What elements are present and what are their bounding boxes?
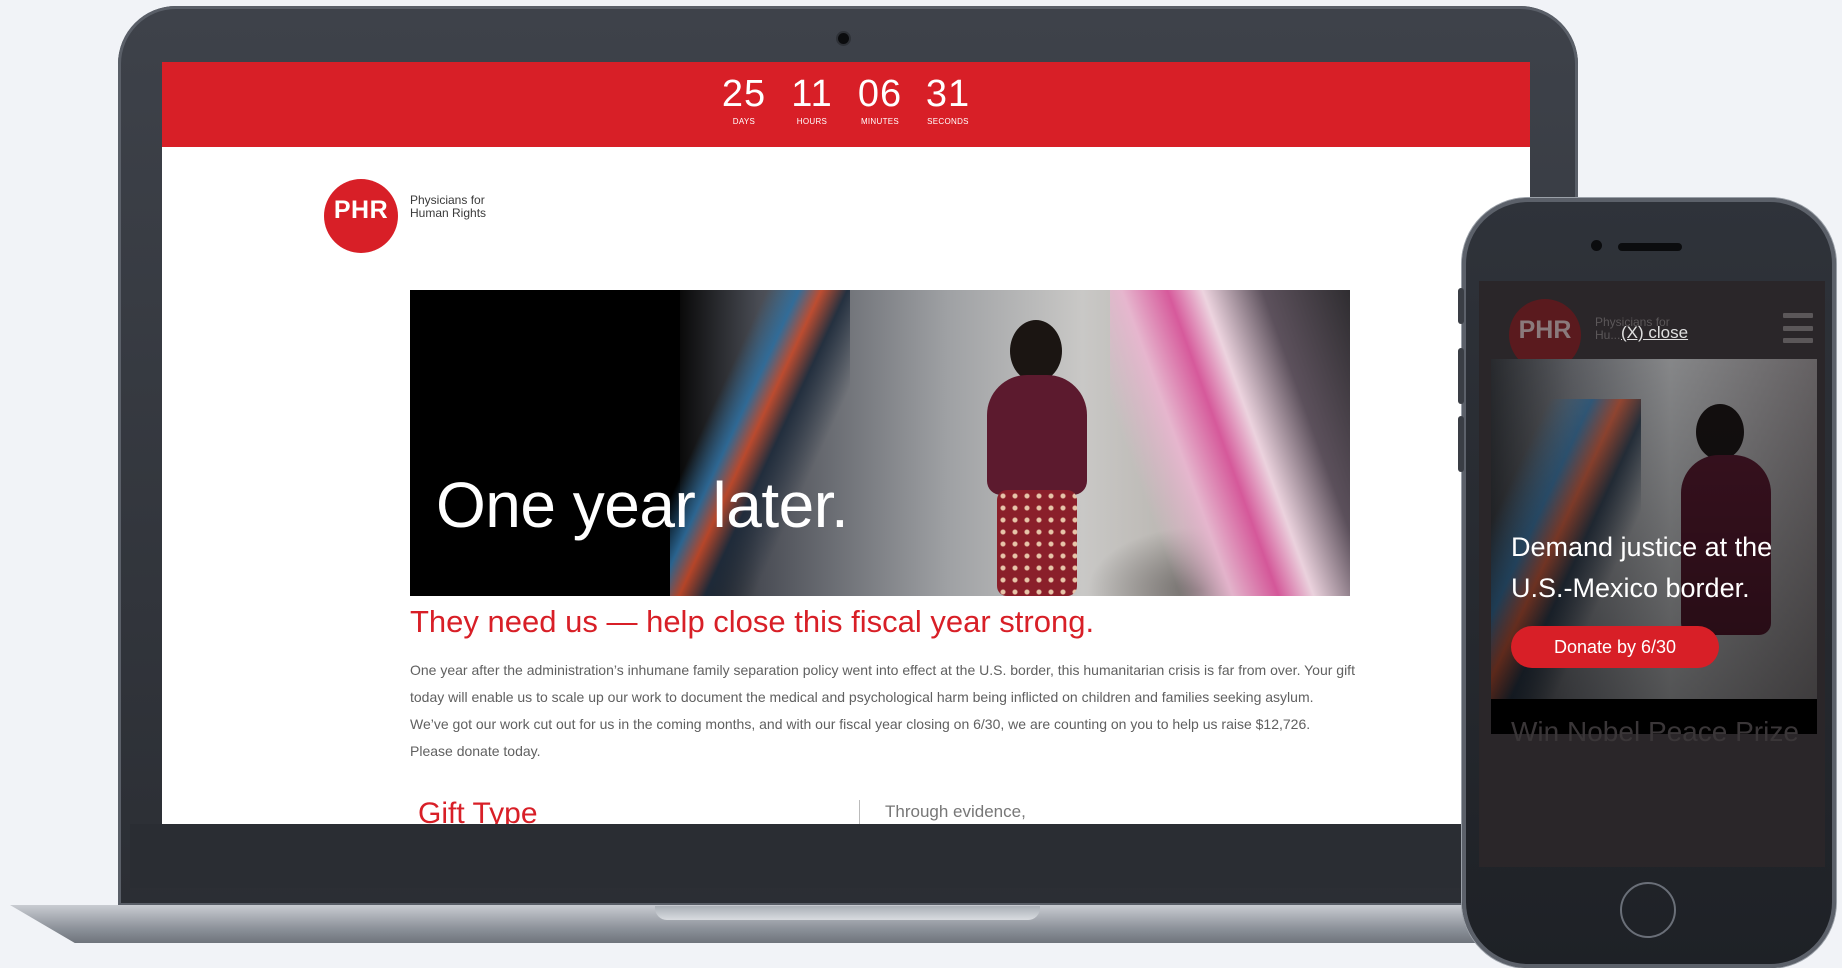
countdown-label: HOURS <box>796 117 828 126</box>
child-legs <box>997 490 1077 596</box>
countdown-banner: 25 DAYS 11 HOURS 06 MINUTES 31 SECONDS <box>162 62 1530 147</box>
appeal-subheading: They need us — help close this fiscal ye… <box>410 604 1095 639</box>
phone-side-button <box>1458 288 1464 324</box>
modal-headline: Demand justice at the U.S.-Mexico border… <box>1511 532 1773 603</box>
menu-bar <box>1783 338 1813 343</box>
phone-screen: PHR Physicians for Hu... (X) close Deman… <box>1479 281 1825 867</box>
phone-device: PHR Physicians for Hu... (X) close Deman… <box>1458 198 1836 968</box>
countdown-minutes: 06 MINUTES <box>857 62 903 147</box>
evidence-text: Through evidence, <box>885 802 1026 821</box>
donate-button[interactable]: Donate by 6/30 <box>1511 626 1719 668</box>
laptop-hinge-notch <box>655 906 1040 920</box>
countdown-value: 06 <box>857 73 903 115</box>
logo-mark: PHR <box>333 195 389 224</box>
phone-logo-mark: PHR <box>1518 315 1572 344</box>
phone-home-button[interactable] <box>1620 882 1676 938</box>
menu-bar <box>1783 325 1813 331</box>
logo-text: Physicians for Human Rights <box>410 193 487 220</box>
countdown-seconds: 31 SECONDS <box>925 62 971 147</box>
countdown-hours: 11 HOURS <box>789 62 835 147</box>
child-body <box>987 375 1087 495</box>
hamburger-menu-icon[interactable] <box>1783 313 1813 343</box>
hero-tent-right <box>1110 290 1350 596</box>
modal-close-link[interactable]: (X) close <box>1621 323 1688 343</box>
phone-speaker <box>1618 243 1682 251</box>
laptop-screen: 25 DAYS 11 HOURS 06 MINUTES 31 SECONDS P… <box>162 62 1530 824</box>
countdown-label: SECONDS <box>927 117 969 126</box>
menu-bar <box>1783 313 1813 318</box>
child-head <box>1010 320 1062 382</box>
countdown-value: 11 <box>791 73 833 115</box>
hero-tent-left <box>670 290 850 596</box>
hero-title: One year later. <box>436 469 849 541</box>
countdown-value: 25 <box>721 73 767 115</box>
donation-modal: Demand justice at the U.S.-Mexico border… <box>1491 359 1817 734</box>
countdown-days: 25 DAYS <box>721 62 767 147</box>
countdown-value: 31 <box>925 73 971 115</box>
phone-volume-down <box>1458 416 1464 472</box>
laptop-camera <box>838 33 849 44</box>
phr-logo[interactable]: PHR <box>324 179 398 253</box>
countdown-label: MINUTES <box>860 117 900 126</box>
behind-modal-text: Win Nobel Peace Prize <box>1511 716 1799 747</box>
hero-child-figure <box>975 320 1095 596</box>
column-divider <box>859 800 860 824</box>
laptop-bezel <box>130 824 1566 888</box>
phone-volume-up <box>1458 348 1464 404</box>
hero-banner: One year later. <box>410 290 1350 596</box>
appeal-body: One year after the administration’s inhu… <box>410 662 1355 759</box>
countdown-label: DAYS <box>732 117 756 126</box>
gift-type-heading: Gift Type <box>418 797 538 824</box>
phone-camera <box>1591 240 1602 251</box>
